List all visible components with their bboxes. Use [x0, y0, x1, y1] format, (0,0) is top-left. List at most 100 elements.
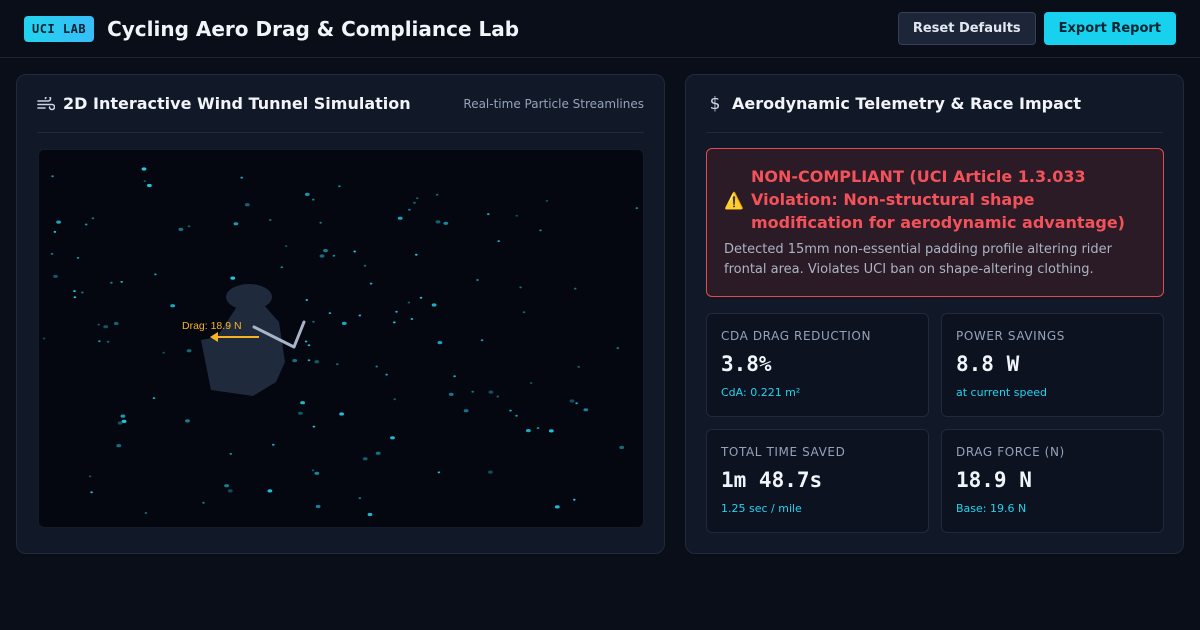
- particle: [529, 382, 533, 384]
- particle: [569, 399, 575, 403]
- particle: [162, 351, 165, 354]
- wind-tunnel-panel: 2D Interactive Wind Tunnel Simulation Re…: [16, 74, 665, 554]
- particle: [185, 419, 190, 423]
- particle: [120, 414, 126, 418]
- compliance-alert-title: NON-COMPLIANT (UCI Article 1.3.033 Viola…: [751, 167, 1125, 232]
- metric-label: CDA DRAG REDUCTION: [721, 329, 872, 343]
- particle: [312, 425, 316, 428]
- particle: [545, 199, 549, 202]
- particle: [437, 471, 441, 474]
- particle: [353, 250, 357, 253]
- particle: [143, 180, 147, 183]
- particle: [90, 491, 93, 494]
- metric-card-power: POWER SAVINGS 8.8 W at current speed: [941, 313, 1164, 417]
- particle: [583, 408, 589, 412]
- particle: [443, 221, 449, 225]
- reset-defaults-button[interactable]: Reset Defaults: [897, 12, 1036, 45]
- particle: [97, 323, 100, 326]
- export-report-button[interactable]: Export Report: [1043, 12, 1176, 45]
- particle: [120, 280, 123, 283]
- particle: [410, 318, 414, 320]
- wind-tunnel-header: 2D Interactive Wind Tunnel Simulation Re…: [37, 75, 644, 133]
- particle: [240, 176, 243, 179]
- particle: [332, 254, 336, 257]
- particle: [471, 390, 475, 393]
- particle: [305, 299, 309, 301]
- particle: [88, 475, 92, 478]
- particle: [141, 167, 147, 171]
- particle: [369, 282, 373, 285]
- particle: [110, 281, 113, 284]
- particle: [319, 221, 323, 224]
- particle-field: Drag: 18.9 N: [42, 167, 639, 517]
- particle: [304, 192, 310, 196]
- particle: [113, 321, 119, 326]
- particle: [407, 301, 411, 304]
- particle: [51, 175, 54, 178]
- particle: [616, 347, 620, 350]
- metric-label: DRAG FORCE (N): [956, 445, 1065, 459]
- telemetry-header: $ Aerodynamic Telemetry & Race Impact: [706, 75, 1163, 133]
- wind-tunnel-title: 2D Interactive Wind Tunnel Simulation: [63, 94, 411, 113]
- particle: [170, 304, 176, 308]
- particle: [375, 451, 381, 455]
- metric-value: 3.8%: [721, 352, 772, 376]
- particle: [375, 365, 379, 368]
- particle: [144, 512, 148, 514]
- particle: [312, 320, 315, 323]
- metric-subtext: 1.25 sec / mile: [721, 502, 802, 515]
- rider-silhouette: [201, 284, 285, 396]
- particle: [536, 427, 540, 430]
- particle: [573, 287, 577, 290]
- wind-icon: [37, 95, 55, 113]
- wind-tunnel-canvas[interactable]: Drag: 18.9 N: [38, 149, 644, 528]
- telemetry-panel: $ Aerodynamic Telemetry & Race Impact ⚠️…: [685, 74, 1184, 554]
- particle: [307, 359, 311, 362]
- particle: [53, 274, 58, 278]
- particle: [358, 497, 362, 500]
- compliance-alert-description: Detected 15mm non-essential padding prof…: [724, 242, 1113, 277]
- app-title: Cycling Aero Drag & Compliance Lab: [107, 16, 520, 41]
- particle: [73, 290, 76, 293]
- particle: [554, 505, 560, 509]
- particle: [284, 245, 288, 248]
- particle: [121, 419, 127, 423]
- top-bar: UCI LAB Cycling Aero Drag & Compliance L…: [0, 0, 1200, 58]
- particle: [147, 183, 152, 188]
- metric-value: 8.8 W: [956, 352, 1020, 376]
- particle: [385, 373, 388, 376]
- particle: [267, 489, 273, 493]
- particle: [577, 365, 580, 368]
- particle: [390, 436, 395, 440]
- metric-label: POWER SAVINGS: [956, 329, 1066, 343]
- particle: [50, 252, 54, 255]
- metric-value: 1m 48.7s: [721, 468, 823, 492]
- particle: [328, 312, 332, 315]
- particle: [319, 254, 325, 258]
- particle: [435, 193, 439, 196]
- particle: [515, 214, 519, 217]
- particle: [187, 225, 191, 228]
- particle: [233, 222, 239, 226]
- particle: [229, 452, 233, 455]
- particle: [311, 469, 315, 472]
- particle: [300, 401, 305, 405]
- dollar-icon: $: [709, 93, 721, 114]
- metric-subtext: Base: 19.6 N: [956, 502, 1027, 515]
- header-actions: Reset Defaults Export Report: [897, 12, 1176, 45]
- particle: [224, 484, 230, 488]
- particle: [522, 311, 526, 314]
- particle: [575, 402, 578, 405]
- particle: [186, 349, 192, 353]
- particle: [230, 276, 236, 280]
- metric-subtext: CdA: 0.221 m²: [721, 386, 801, 399]
- particle: [488, 470, 493, 474]
- particle: [509, 409, 512, 412]
- particle: [336, 363, 339, 366]
- particle: [397, 216, 403, 220]
- particle: [53, 230, 57, 233]
- particle: [431, 303, 437, 307]
- telemetry-title: Aerodynamic Telemetry & Race Impact: [732, 94, 1081, 113]
- lab-badge: UCI LAB: [24, 15, 95, 42]
- compliance-alert: ⚠️ NON-COMPLIANT (UCI Article 1.3.033 Vi…: [706, 148, 1164, 297]
